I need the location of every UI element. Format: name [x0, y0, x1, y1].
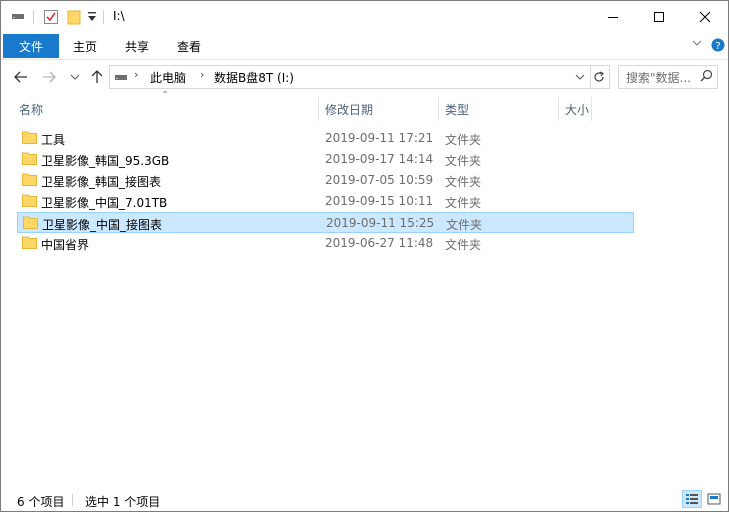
window-title: I:\	[113, 9, 125, 23]
forward-arrow-icon	[43, 71, 56, 83]
item-date: 2019-09-11 15:25	[326, 216, 435, 230]
item-type: 文件夹	[445, 196, 482, 210]
list-item[interactable]: 中国省界 2019-06-27 11:48 文件夹	[17, 233, 634, 254]
item-name: 卫星影像_中国_接图表	[42, 218, 163, 232]
item-date: 2019-07-05 10:59	[325, 173, 434, 187]
breadcrumb-separator-icon[interactable]: ›	[134, 68, 138, 81]
refresh-icon	[594, 71, 604, 82]
maximize-icon	[654, 12, 664, 22]
svg-text:?: ?	[715, 41, 720, 52]
title-bar: I:\	[1, 1, 728, 33]
folder-icon	[22, 131, 37, 144]
item-date: 2019-09-15 10:11	[325, 194, 434, 208]
recent-locations-button[interactable]	[65, 67, 85, 87]
ribbon-tabs: 文件 主页 共享 查看 ?	[1, 33, 728, 60]
tab-share[interactable]: 共享	[115, 34, 159, 58]
sort-ascending-icon: ⌃	[161, 90, 170, 101]
search-box[interactable]: 搜索"数据...	[618, 65, 718, 89]
forward-button[interactable]	[39, 67, 59, 87]
item-date: 2019-09-17 14:14	[325, 152, 434, 166]
item-type: 文件夹	[445, 238, 482, 252]
refresh-button[interactable]	[589, 65, 610, 89]
address-bar[interactable]: › 此电脑 › 数据B盘8T (I:)	[109, 65, 591, 89]
column-divider[interactable]	[438, 97, 439, 121]
breadcrumb-separator-icon[interactable]: ›	[200, 68, 204, 81]
title-separator	[103, 10, 104, 24]
folder-icon	[22, 152, 37, 165]
item-name: 中国省界	[41, 238, 90, 252]
column-type[interactable]: 类型	[445, 101, 469, 118]
item-name: 工具	[41, 133, 66, 147]
column-divider[interactable]	[318, 97, 319, 121]
tab-home[interactable]: 主页	[63, 34, 107, 58]
list-item[interactable]: 卫星影像_韩国_95.3GB 2019-09-17 14:14 文件夹	[17, 149, 634, 170]
folder-icon	[22, 194, 37, 207]
item-name: 卫星影像_中国_7.01TB	[41, 196, 168, 210]
up-arrow-icon	[91, 70, 103, 83]
item-date: 2019-09-11 17:21	[325, 131, 434, 145]
minimize-button[interactable]	[590, 1, 636, 33]
item-date: 2019-06-27 11:48	[325, 236, 434, 250]
maximize-button[interactable]	[636, 1, 682, 33]
details-view-icon	[686, 494, 698, 504]
column-divider[interactable]	[591, 97, 592, 121]
item-name: 卫星影像_韩国_95.3GB	[41, 154, 170, 168]
item-type: 文件夹	[445, 154, 482, 168]
column-divider[interactable]	[558, 97, 559, 121]
list-item[interactable]: 卫星影像_中国_7.01TB 2019-09-15 10:11 文件夹	[17, 191, 634, 212]
expand-ribbon-icon[interactable]	[691, 37, 703, 52]
customize-dropdown-icon[interactable]	[87, 11, 97, 26]
tab-view[interactable]: 查看	[167, 34, 211, 58]
folder-icon	[23, 216, 38, 229]
breadcrumb-this-pc[interactable]: 此电脑	[150, 69, 186, 86]
chevron-down-icon	[575, 74, 585, 80]
large-icons-view-button[interactable]	[704, 490, 724, 508]
tab-file[interactable]: 文件	[3, 34, 59, 58]
properties-checkbox-icon[interactable]	[43, 9, 59, 28]
list-item[interactable]: 卫星影像_韩国_接图表 2019-07-05 10:59 文件夹	[17, 170, 634, 191]
close-icon	[699, 11, 711, 23]
search-placeholder: 搜索"数据...	[626, 71, 691, 85]
back-arrow-icon	[14, 71, 27, 83]
close-button[interactable]	[682, 1, 728, 33]
status-divider	[72, 494, 73, 506]
navigation-bar: › 此电脑 › 数据B盘8T (I:) 搜索"数据...	[1, 61, 728, 93]
column-name[interactable]: 名称	[19, 101, 43, 118]
item-type: 文件夹	[445, 175, 482, 189]
back-button[interactable]	[11, 67, 31, 87]
up-button[interactable]	[87, 67, 107, 87]
address-dropdown-button[interactable]	[571, 66, 589, 88]
explorer-window: I:\ 文件 主页 共享 查看 ? › 此电脑 › 数据B盘8T (I:) 搜索…	[0, 0, 729, 512]
selection-count: 选中 1 个项目	[85, 495, 161, 509]
chevron-down-icon	[70, 74, 80, 80]
status-bar: 6 个项目 选中 1 个项目	[1, 487, 728, 511]
list-item-selected[interactable]: 卫星影像_中国_接图表 2019-09-11 15:25 文件夹	[17, 212, 634, 233]
folder-icon	[22, 236, 37, 249]
details-view-button[interactable]	[682, 490, 702, 508]
drive-icon	[114, 71, 128, 86]
list-item[interactable]: 工具 2019-09-11 17:21 文件夹	[17, 128, 634, 149]
item-name: 卫星影像_韩国_接图表	[41, 175, 162, 189]
folder-icon	[22, 173, 37, 186]
minimize-icon	[608, 17, 618, 18]
item-count: 6 个项目	[17, 495, 65, 509]
item-type: 文件夹	[445, 133, 482, 147]
column-size[interactable]: 大小	[565, 101, 589, 118]
search-icon[interactable]	[700, 69, 713, 85]
drive-icon	[11, 9, 25, 26]
column-headers: ⌃ 名称 修改日期 类型 大小	[1, 90, 728, 121]
large-icons-view-icon	[707, 493, 721, 505]
help-icon[interactable]: ?	[711, 38, 725, 55]
column-date[interactable]: 修改日期	[325, 101, 373, 118]
breadcrumb-drive[interactable]: 数据B盘8T (I:)	[214, 69, 294, 86]
item-type: 文件夹	[446, 218, 483, 232]
new-folder-icon[interactable]	[67, 9, 81, 28]
title-separator	[33, 10, 34, 24]
